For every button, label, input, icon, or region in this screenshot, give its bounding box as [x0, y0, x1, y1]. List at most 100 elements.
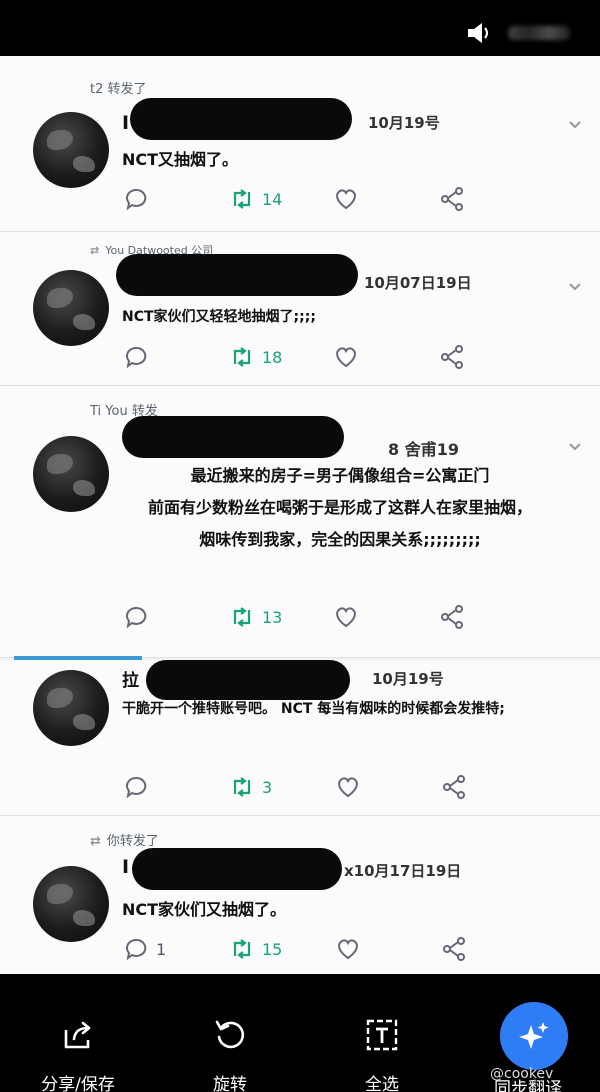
reply-icon — [126, 346, 147, 368]
share-button[interactable] — [440, 184, 464, 214]
tweet-text-line-1: 最近搬来的房子=男子偶像组合=公寓正门 — [190, 466, 490, 485]
tweet-text: NCT家伙们又抽烟了。 — [122, 900, 287, 919]
retweet-small-icon: ⇄ — [90, 834, 101, 849]
reply-button[interactable] — [126, 602, 148, 632]
tweet-card: ⇄ You Datwooted 公司 10月07日19日 NCT家伙们又轻轻地抽烟… — [0, 232, 600, 386]
avatar — [33, 270, 109, 346]
tweet-text-line-3: 烟味传到我家，完全的因果关系;;;;;;;;; — [199, 530, 481, 549]
tweet-card: Ti You 转发 8 舍甫19 最近搬来的房子=男子偶像组合=公寓正门 前面有… — [0, 386, 600, 658]
like-button[interactable] — [334, 342, 358, 372]
chevron-down-icon[interactable] — [568, 280, 582, 294]
tweet-text: NCT又抽烟了。 — [122, 150, 239, 169]
chevron-down-icon[interactable] — [568, 118, 582, 132]
share-save-label: 分享/保存 — [41, 1075, 115, 1092]
retweet-icon — [233, 607, 251, 627]
translate-button[interactable] — [500, 1002, 568, 1070]
rotate-label: 旋转 — [213, 1075, 247, 1092]
sparkle-icon — [519, 1022, 549, 1049]
tweet-text: 干脆开一个推特账号吧。 NCT 每当有烟味的时候都会发推特; — [122, 701, 505, 717]
avatar — [33, 670, 109, 746]
avatar — [33, 866, 109, 942]
reply-icon — [126, 776, 147, 798]
chevron-down-icon[interactable] — [568, 440, 582, 454]
photo-screenshot[interactable]: t2 转发了 I 10月19号 NCT又抽烟了。 14 ⇄ You Datwoo… — [0, 56, 600, 974]
like-button[interactable] — [336, 772, 360, 802]
like-icon — [338, 939, 358, 960]
tweet-date: 10月19号 — [372, 670, 444, 688]
share-export-icon — [64, 1021, 91, 1049]
tweet-actions: 1 15 — [0, 934, 600, 964]
like-button[interactable] — [334, 602, 358, 632]
select-all-button[interactable]: 全选 — [322, 1018, 442, 1092]
weibo-watermark: @cookev — [490, 1066, 554, 1082]
share-icon — [441, 605, 463, 629]
tweet-card: t2 转发了 I 10月19号 NCT又抽烟了。 14 — [0, 56, 600, 232]
share-button[interactable] — [440, 342, 464, 372]
share-icon — [443, 937, 465, 961]
reply-button[interactable] — [126, 772, 148, 802]
retweet-button[interactable]: 3 — [230, 772, 272, 802]
tweet-date: 10月07日19日 — [364, 274, 472, 292]
reply-button[interactable] — [126, 342, 148, 372]
like-button[interactable] — [334, 184, 358, 214]
tweet-text: NCT家伙们又轻轻地抽烟了;;;; — [122, 309, 316, 325]
tweet-actions: 18 — [0, 342, 600, 372]
like-icon — [338, 777, 358, 798]
retweet-button[interactable]: 15 — [230, 934, 282, 964]
rotate-button[interactable]: 旋转 — [170, 1018, 290, 1092]
retweet-count: 13 — [262, 607, 283, 627]
share-button[interactable] — [442, 772, 466, 802]
redacted-username — [122, 416, 344, 458]
reply-button[interactable] — [126, 184, 148, 214]
retweet-label: ⇄ 你转发了 — [90, 834, 159, 849]
share-button[interactable] — [440, 602, 464, 632]
rotate-icon — [215, 1020, 245, 1049]
avatar — [33, 436, 109, 512]
tweet-actions: 3 — [0, 772, 600, 802]
tweet-text-line-2: 前面有少数粉丝在喝粥于是形成了这群人在家里抽烟， — [147, 498, 532, 517]
speaker-icon[interactable] — [466, 22, 492, 44]
tweet-date: 8 舍甫19 — [388, 440, 459, 459]
retweet-icon — [233, 347, 251, 367]
avatar — [33, 112, 109, 188]
reply-icon — [126, 188, 147, 210]
retweet-icon — [233, 189, 251, 209]
share-icon — [441, 187, 463, 211]
retweet-count: 15 — [262, 939, 283, 959]
user-initial: 拉 — [122, 671, 139, 691]
tweet-actions: 13 — [0, 602, 600, 632]
like-icon — [336, 607, 356, 628]
like-icon — [336, 189, 356, 210]
retweet-label: t2 转发了 — [90, 82, 147, 97]
share-icon — [441, 345, 463, 369]
reply-icon — [126, 606, 147, 628]
share-button[interactable] — [442, 934, 466, 964]
redacted-username — [130, 98, 352, 140]
text-select-icon — [366, 1019, 398, 1051]
retweet-icon — [233, 777, 251, 797]
retweet-small-icon: ⇄ — [90, 244, 100, 257]
user-initial: I — [122, 112, 130, 134]
tweet-actions: 14 — [0, 184, 600, 214]
retweet-button[interactable]: 13 — [230, 602, 282, 632]
redacted-username — [116, 254, 358, 296]
redacted-username — [146, 660, 350, 700]
user-initial: I — [122, 856, 130, 878]
reply-count: 1 — [156, 939, 167, 959]
retweet-button[interactable]: 18 — [230, 342, 282, 372]
retweet-count: 18 — [262, 347, 283, 367]
blurred-status-text — [508, 26, 570, 40]
tweet-card: 拉 10月19号 干脆开一个推特账号吧。 NCT 每当有烟味的时候都会发推特; … — [0, 660, 600, 816]
share-save-button[interactable]: 分享/保存 — [18, 1018, 138, 1092]
retweet-icon — [233, 939, 251, 959]
top-bar — [0, 0, 600, 56]
retweet-count: 3 — [262, 777, 273, 797]
retweet-count: 14 — [262, 189, 283, 209]
like-icon — [336, 347, 356, 368]
reply-button[interactable]: 1 — [126, 934, 166, 964]
redacted-username — [132, 848, 342, 890]
like-button[interactable] — [336, 934, 360, 964]
retweet-button[interactable]: 14 — [230, 184, 282, 214]
tweet-date: 10月19号 — [368, 114, 440, 132]
share-icon — [443, 775, 465, 799]
